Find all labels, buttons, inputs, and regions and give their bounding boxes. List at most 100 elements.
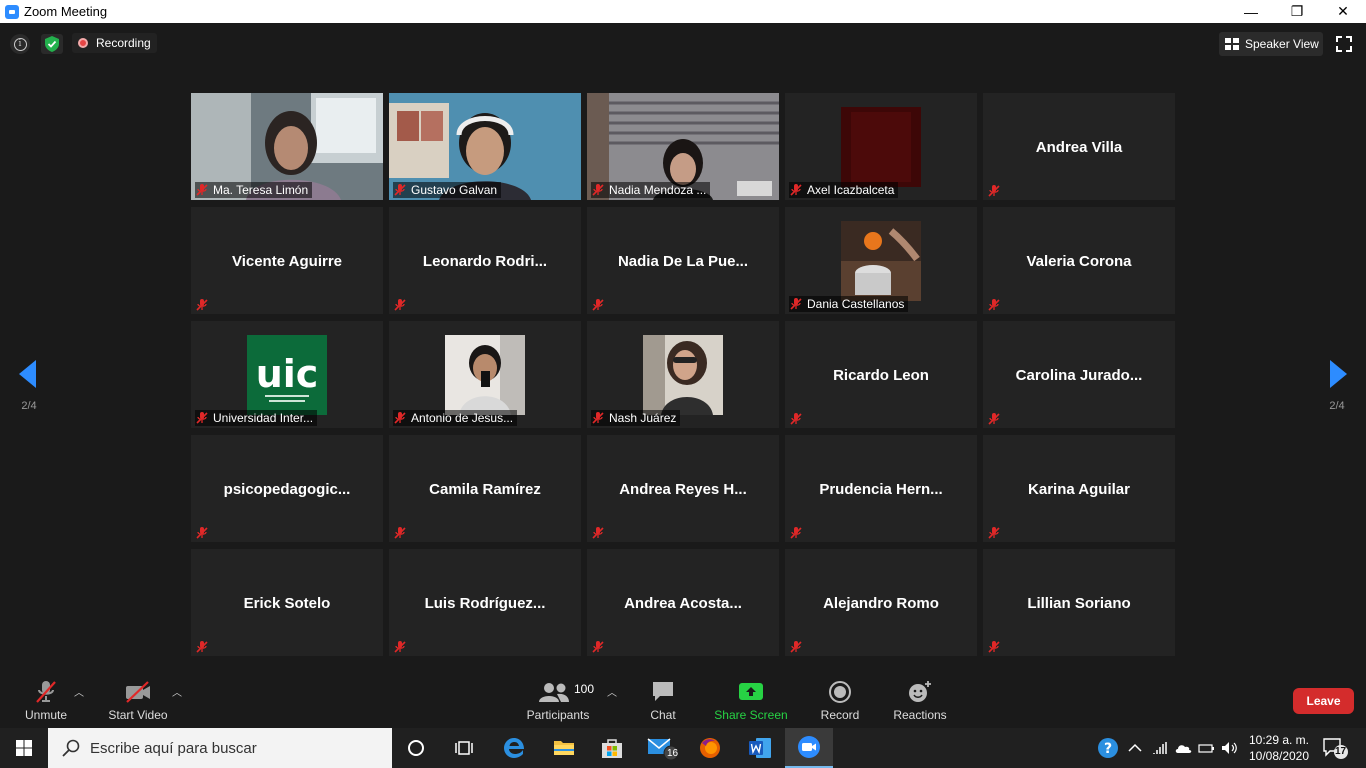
file-explorer-button[interactable] bbox=[540, 728, 588, 768]
zoom-taskbar-button[interactable] bbox=[785, 728, 833, 768]
window-title: Zoom Meeting bbox=[24, 4, 108, 19]
taskbar-search-box[interactable]: Escribe aquí para buscar bbox=[48, 728, 392, 768]
firefox-button[interactable] bbox=[686, 728, 734, 768]
participant-tile[interactable]: Valeria Corona bbox=[983, 207, 1175, 314]
muted-mic-icon bbox=[789, 183, 803, 197]
audio-options-caret-icon[interactable]: ︿ bbox=[74, 684, 84, 699]
participant-tile[interactable]: Gustavo Galvan bbox=[389, 93, 581, 200]
maximize-button[interactable]: ❐ bbox=[1274, 0, 1320, 23]
record-button[interactable]: Record bbox=[816, 672, 864, 728]
participant-tile[interactable]: Andrea Reyes H... bbox=[587, 435, 779, 542]
participants-options-caret-icon[interactable]: ︿ bbox=[607, 684, 617, 699]
uic-logo-text: uic bbox=[256, 352, 319, 396]
participant-tile[interactable]: Nadia De La Pue... bbox=[587, 207, 779, 314]
close-button[interactable]: ✕ bbox=[1320, 0, 1366, 23]
start-video-button[interactable]: Start Video bbox=[104, 672, 172, 728]
participant-tile[interactable]: Karina Aguilar bbox=[983, 435, 1175, 542]
clock-date: 10/08/2020 bbox=[1248, 749, 1310, 763]
participant-namebar: Nadia Mendoza ... bbox=[591, 182, 711, 198]
store-bag-icon bbox=[602, 739, 622, 758]
minimize-button[interactable]: — bbox=[1228, 0, 1274, 23]
participant-name: Valeria Corona bbox=[1026, 253, 1132, 270]
participants-label: Participants bbox=[526, 708, 590, 722]
speaker-volume-icon bbox=[1222, 742, 1237, 754]
participant-name: Nadia De La Pue... bbox=[617, 253, 749, 270]
start-button[interactable] bbox=[0, 728, 48, 768]
participant-tile[interactable]: Vicente Aguirre bbox=[191, 207, 383, 314]
meeting-info-icon[interactable]: i bbox=[10, 34, 30, 54]
recording-indicator[interactable]: Recording bbox=[72, 33, 157, 53]
reactions-label: Reactions bbox=[893, 708, 947, 722]
participant-namebar: Universidad Inter... bbox=[195, 410, 318, 426]
participant-tile[interactable]: Leonardo Rodri... bbox=[389, 207, 581, 314]
leave-button[interactable]: Leave bbox=[1293, 688, 1354, 714]
chat-label: Chat bbox=[650, 708, 676, 722]
participant-name: Axel Icazbalceta bbox=[807, 183, 895, 197]
participant-name: Ricardo Leon bbox=[833, 367, 929, 384]
action-center-button[interactable]: 17 bbox=[1322, 736, 1350, 765]
participant-tile[interactable]: Axel Icazbalceta bbox=[785, 93, 977, 200]
volume-tray-icon[interactable] bbox=[1221, 728, 1239, 768]
meeting-topbar: i Recording Speaker View bbox=[0, 23, 1366, 65]
participant-tile[interactable]: Ma. Teresa Limón bbox=[191, 93, 383, 200]
participant-tile[interactable]: Dania Castellanos bbox=[785, 207, 977, 314]
share-screen-icon bbox=[739, 683, 763, 700]
muted-mic-icon bbox=[987, 640, 1001, 654]
speaker-view-button[interactable]: Speaker View bbox=[1219, 32, 1323, 56]
participant-tile[interactable]: Nadia Mendoza ... bbox=[587, 93, 779, 200]
mail-button[interactable]: 16 bbox=[638, 728, 686, 768]
previous-page-button[interactable]: 2/4 bbox=[0, 330, 58, 430]
meeting-toolbar: Unmute ︿ Start Video ︿ Participants 100 … bbox=[0, 672, 1366, 728]
onedrive-tray-icon[interactable] bbox=[1174, 728, 1192, 768]
show-hidden-icons-button[interactable] bbox=[1128, 728, 1142, 768]
fullscreen-icon[interactable] bbox=[1336, 36, 1352, 52]
participant-tile[interactable]: Antonio de Jesus... bbox=[389, 321, 581, 428]
network-tray-icon[interactable] bbox=[1152, 728, 1168, 768]
muted-mic-icon bbox=[789, 526, 803, 540]
participant-tile[interactable]: Lillian Soriano bbox=[983, 549, 1175, 656]
reactions-button[interactable]: Reactions bbox=[890, 672, 950, 728]
participant-tile[interactable]: uic Universidad Inter... bbox=[191, 321, 383, 428]
muted-mic-icon bbox=[393, 640, 407, 654]
edge-browser-button[interactable] bbox=[490, 728, 538, 768]
help-tray-icon[interactable]: ? bbox=[1097, 728, 1119, 768]
participant-name: Ma. Teresa Limón bbox=[213, 183, 309, 197]
next-page-button[interactable]: 2/4 bbox=[1308, 330, 1366, 430]
participant-namebar: Nash Juárez bbox=[591, 410, 681, 426]
participant-tile[interactable]: Erick Sotelo bbox=[191, 549, 383, 656]
arrow-right-icon bbox=[1330, 360, 1347, 388]
muted-mic-icon bbox=[591, 183, 605, 197]
participant-tile[interactable]: Ricardo Leon bbox=[785, 321, 977, 428]
participant-tile[interactable]: Camila Ramírez bbox=[389, 435, 581, 542]
participant-tile[interactable]: Nash Juárez bbox=[587, 321, 779, 428]
battery-tray-icon[interactable] bbox=[1198, 728, 1216, 768]
zoom-icon bbox=[798, 736, 820, 758]
participant-tile[interactable]: Prudencia Hern... bbox=[785, 435, 977, 542]
task-view-button[interactable] bbox=[440, 728, 488, 768]
cortana-button[interactable] bbox=[392, 728, 440, 768]
share-screen-button[interactable]: Share Screen bbox=[712, 672, 790, 728]
participants-button[interactable]: Participants bbox=[524, 672, 592, 728]
participant-tile[interactable]: psicopedagogic... bbox=[191, 435, 383, 542]
taskbar-clock[interactable]: 10:29 a. m. 10/08/2020 bbox=[1247, 732, 1311, 764]
unmute-button[interactable]: Unmute bbox=[18, 672, 74, 728]
search-placeholder: Escribe aquí para buscar bbox=[90, 739, 257, 757]
microsoft-store-button[interactable] bbox=[588, 728, 636, 768]
participant-name: Gustavo Galvan bbox=[411, 183, 498, 197]
video-options-caret-icon[interactable]: ︿ bbox=[172, 684, 182, 699]
chat-button[interactable]: Chat bbox=[640, 672, 686, 728]
participant-tile[interactable]: Luis Rodríguez... bbox=[389, 549, 581, 656]
cortana-circle-icon bbox=[408, 740, 424, 756]
windows-logo-icon bbox=[16, 740, 32, 756]
shield-icon[interactable] bbox=[41, 34, 63, 54]
microphone-muted-icon bbox=[36, 681, 56, 703]
participant-tile[interactable]: Carolina Jurado... bbox=[983, 321, 1175, 428]
word-button[interactable] bbox=[736, 728, 784, 768]
muted-mic-icon bbox=[789, 412, 803, 426]
speaker-view-label: Speaker View bbox=[1245, 37, 1319, 51]
muted-mic-icon bbox=[591, 526, 605, 540]
participant-tile[interactable]: Alejandro Romo bbox=[785, 549, 977, 656]
participant-tile[interactable]: Andrea Acosta... bbox=[587, 549, 779, 656]
muted-mic-icon bbox=[987, 526, 1001, 540]
participant-tile[interactable]: Andrea Villa bbox=[983, 93, 1175, 200]
